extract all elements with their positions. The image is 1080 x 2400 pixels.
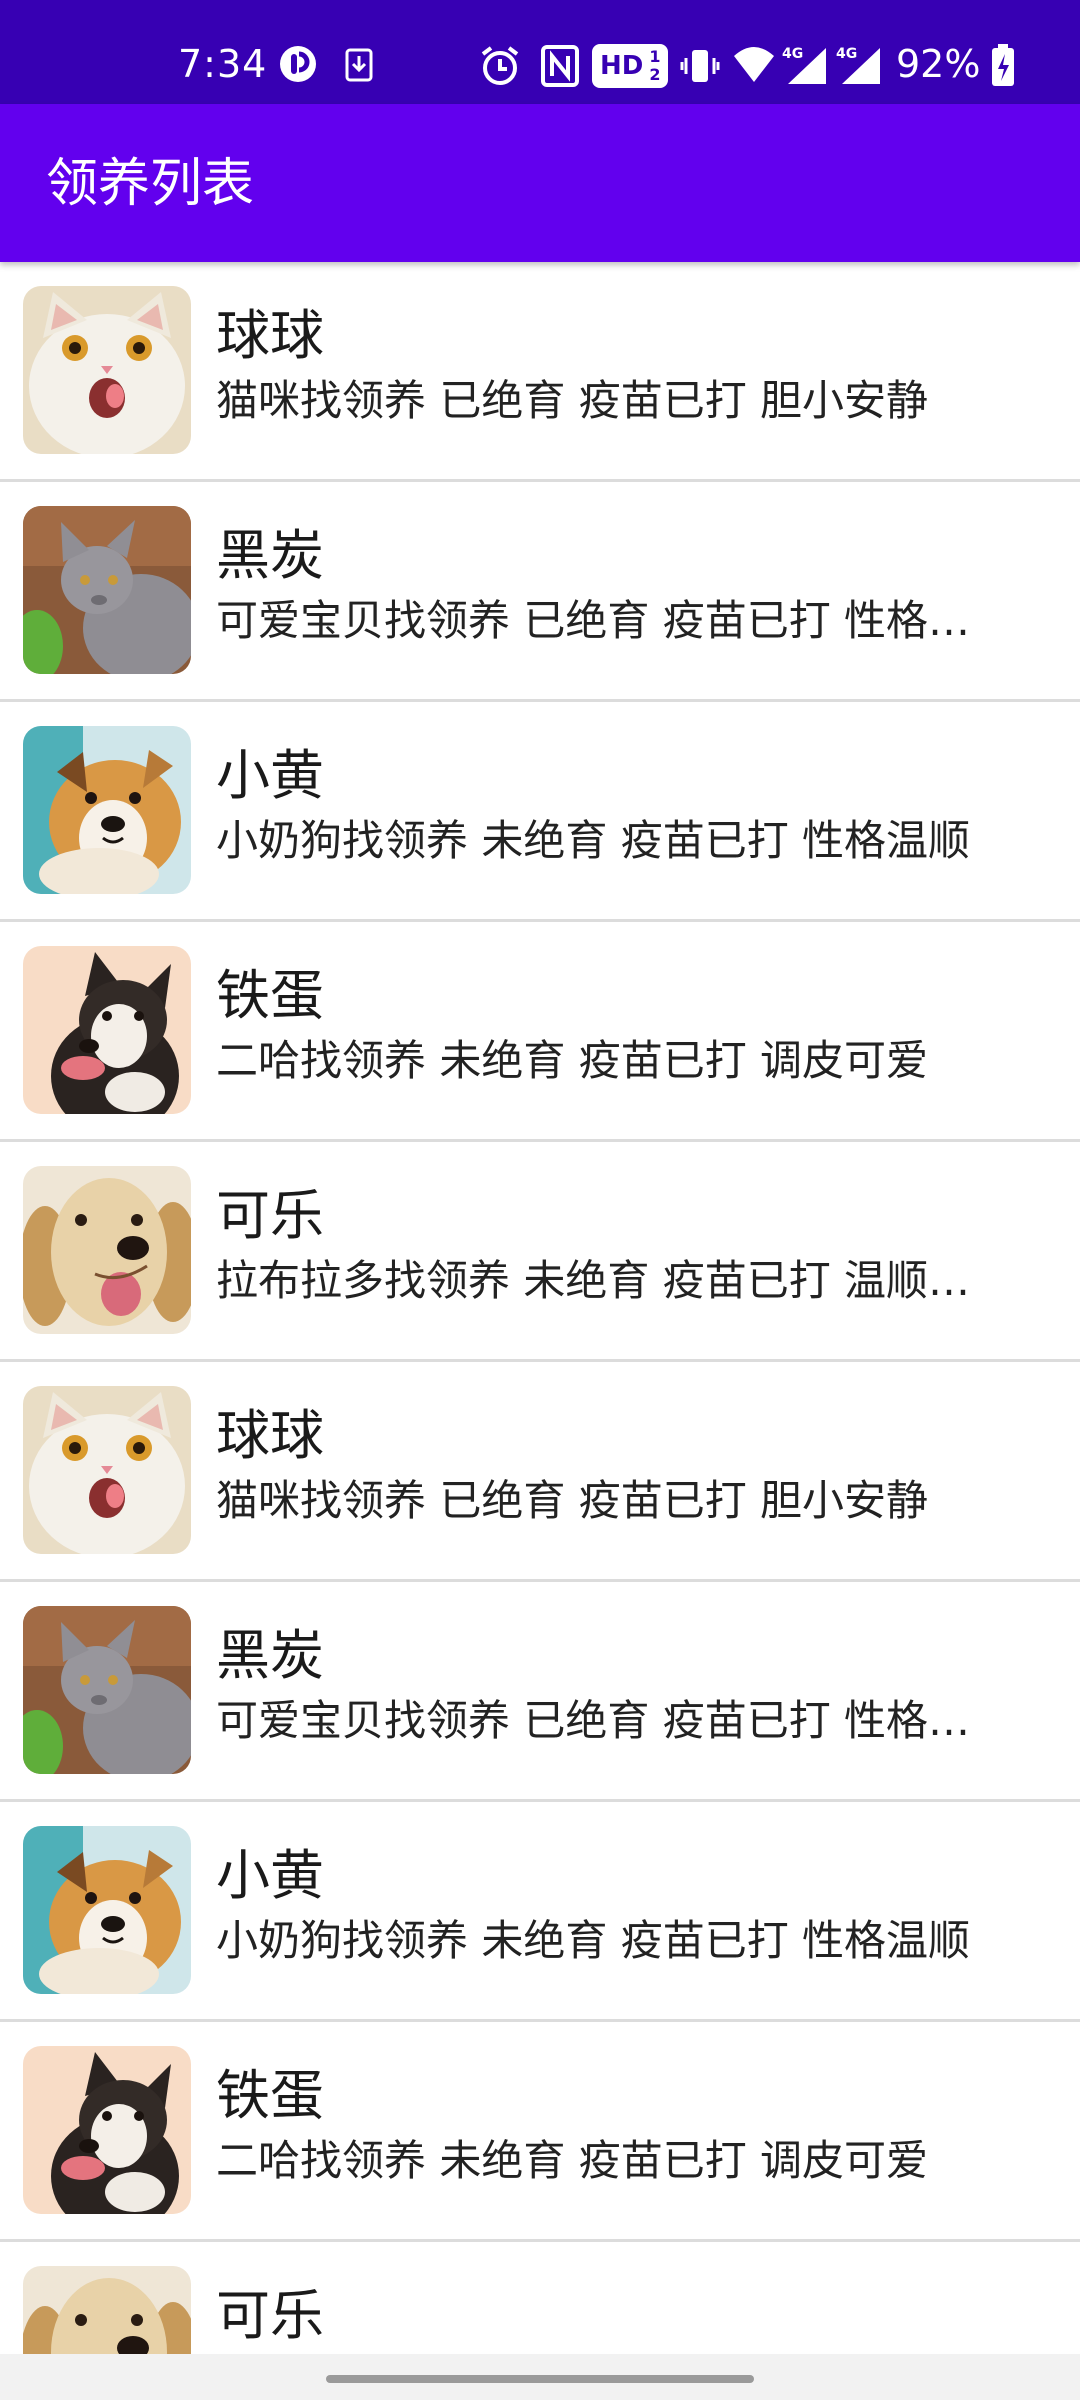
signal-icon-2: 4G <box>834 44 884 92</box>
hd-voice-icon: HD 1 2 <box>592 44 668 88</box>
download-icon <box>344 44 374 88</box>
pet-photo <box>23 1606 191 1774</box>
list-item[interactable]: 球球猫咪找领养 已绝育 疫苗已打 胆小安静 <box>0 1362 1080 1582</box>
pet-description: 二哈找领养 未绝育 疫苗已打 调皮可爱 <box>216 1036 929 1085</box>
navigation-bar <box>0 2354 1080 2400</box>
alarm-icon <box>478 44 522 92</box>
list-item[interactable]: 黑炭可爱宝贝找领养 已绝育 疫苗已打 性格… <box>0 1582 1080 1802</box>
nfc-icon <box>540 44 580 92</box>
pet-description: 猫咪找领养 已绝育 疫苗已打 胆小安静 <box>216 1476 929 1525</box>
list-item[interactable]: 小黄小奶狗找领养 未绝育 疫苗已打 性格温顺 <box>0 702 1080 922</box>
pet-photo <box>23 2046 191 2214</box>
list-item[interactable]: 小黄小奶狗找领养 未绝育 疫苗已打 性格温顺 <box>0 1802 1080 2022</box>
pet-name: 小黄 <box>216 1844 324 1907</box>
pet-name: 黑炭 <box>216 1624 324 1687</box>
pet-name: 铁蛋 <box>216 964 324 1027</box>
pet-name: 小黄 <box>216 744 324 807</box>
list-item[interactable]: 可乐拉布拉多找领养 未绝育 疫苗已打 温顺… <box>0 1142 1080 1362</box>
signal-label-1: 4G <box>782 46 803 62</box>
hd-sub-label: 1 2 <box>649 47 661 84</box>
list-item[interactable]: 黑炭可爱宝贝找领养 已绝育 疫苗已打 性格… <box>0 482 1080 702</box>
battery-percent: 92% <box>896 42 981 86</box>
app-bar: 领养列表 <box>0 104 1080 262</box>
list-item[interactable]: 球球猫咪找领养 已绝育 疫苗已打 胆小安静 <box>0 262 1080 482</box>
wifi-icon <box>732 44 776 88</box>
pet-name: 球球 <box>216 1404 324 1467</box>
list-item[interactable]: 可乐 <box>0 2242 1080 2354</box>
list-item[interactable]: 铁蛋二哈找领养 未绝育 疫苗已打 调皮可爱 <box>0 922 1080 1142</box>
app-notification-icon <box>278 44 318 88</box>
pet-description: 猫咪找领养 已绝育 疫苗已打 胆小安静 <box>216 376 929 425</box>
pet-photo <box>23 506 191 674</box>
list-item[interactable]: 铁蛋二哈找领养 未绝育 疫苗已打 调皮可爱 <box>0 2022 1080 2242</box>
pet-description: 小奶狗找领养 未绝育 疫苗已打 性格温顺 <box>216 1916 971 1965</box>
signal-label-2: 4G <box>836 46 857 62</box>
pet-name: 铁蛋 <box>216 2064 324 2127</box>
adoption-list[interactable]: 球球 猫咪找领养 已绝育 疫苗已打 胆小安静 黑炭 可爱宝贝找领养 已绝育 疫苗已打… <box>0 262 1080 2354</box>
pet-description: 可爱宝贝找领养 已绝育 疫苗已打 性格… <box>216 596 971 645</box>
pet-photo <box>23 726 191 894</box>
pet-photo <box>23 2266 191 2354</box>
pet-description: 拉布拉多找领养 未绝育 疫苗已打 温顺… <box>216 1256 971 1305</box>
pet-name: 黑炭 <box>216 524 324 587</box>
vibrate-icon <box>680 44 720 92</box>
status-time: 7:34 <box>178 42 268 86</box>
hd-label: HD <box>600 51 644 81</box>
pet-photo <box>23 946 191 1114</box>
signal-icon: 4G <box>780 44 830 92</box>
battery-charging-icon <box>990 44 1016 92</box>
pet-photo <box>23 1826 191 1994</box>
pet-photo <box>23 1166 191 1334</box>
status-bar: 7:34 HD 1 2 4G 4G 92% <box>0 0 1080 104</box>
pet-name: 可乐 <box>216 1184 324 1247</box>
page-title: 领养列表 <box>46 154 255 214</box>
pet-name: 球球 <box>216 304 324 367</box>
pet-photo <box>23 286 191 454</box>
pet-description: 小奶狗找领养 未绝育 疫苗已打 性格温顺 <box>216 816 971 865</box>
pet-name: 可乐 <box>216 2284 324 2347</box>
pet-photo <box>23 1386 191 1554</box>
pet-description: 二哈找领养 未绝育 疫苗已打 调皮可爱 <box>216 2136 929 2185</box>
pet-description: 可爱宝贝找领养 已绝育 疫苗已打 性格… <box>216 1696 971 1745</box>
gesture-handle[interactable] <box>326 2375 754 2383</box>
